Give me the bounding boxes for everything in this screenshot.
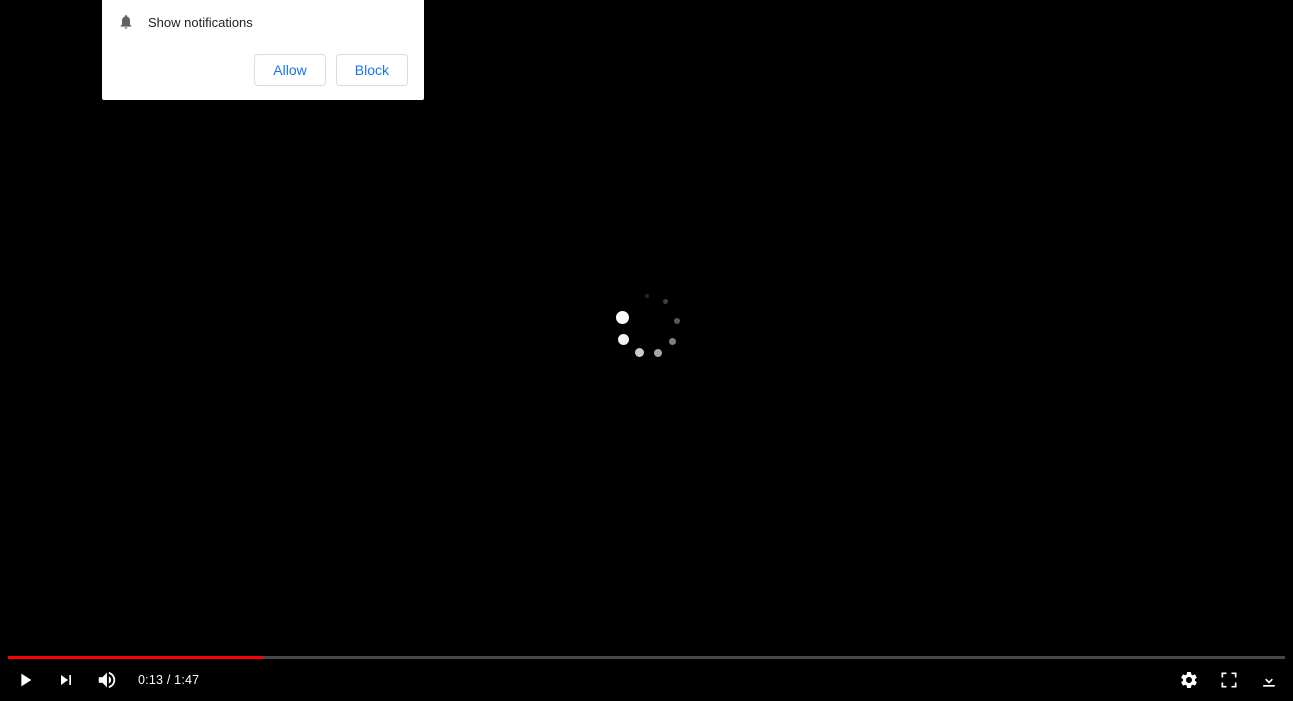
time-separator: / — [163, 673, 174, 687]
settings-button[interactable] — [1179, 670, 1199, 690]
notification-buttons: Allow Block — [118, 54, 408, 86]
next-button[interactable] — [56, 670, 76, 690]
allow-button[interactable]: Allow — [254, 54, 325, 86]
notification-header-row: Show notifications — [118, 14, 408, 30]
video-controls-bar: 0:13 / 1:47 — [0, 659, 1293, 701]
controls-right-group — [1179, 670, 1279, 690]
download-button[interactable] — [1259, 670, 1279, 690]
play-button[interactable] — [14, 669, 36, 691]
loading-spinner — [614, 294, 680, 360]
time-display: 0:13 / 1:47 — [138, 673, 199, 687]
block-button[interactable]: Block — [336, 54, 408, 86]
current-time: 0:13 — [138, 673, 163, 687]
notification-text: Show notifications — [148, 15, 253, 30]
controls-left-group: 0:13 / 1:47 — [14, 669, 199, 691]
volume-button[interactable] — [96, 669, 118, 691]
fullscreen-button[interactable] — [1219, 670, 1239, 690]
notification-permission-popup: Show notifications Allow Block — [102, 0, 424, 100]
video-player-viewport: Show notifications Allow Block — [0, 0, 1293, 701]
bell-icon — [118, 14, 134, 30]
duration: 1:47 — [174, 673, 199, 687]
